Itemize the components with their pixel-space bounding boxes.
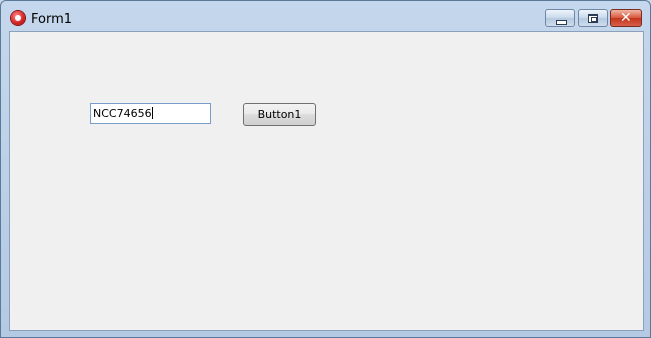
app-icon[interactable] [11, 11, 25, 25]
minimize-button[interactable] [545, 9, 575, 27]
form-client-area: NCC74656 Button1 [9, 31, 644, 331]
title-bar[interactable]: Form1 ✕ [1, 1, 650, 31]
text-input[interactable]: NCC74656 [90, 103, 211, 124]
minimize-icon [556, 20, 567, 25]
close-icon: ✕ [620, 10, 632, 26]
window-title: Form1 [31, 12, 73, 27]
close-button[interactable]: ✕ [610, 9, 642, 27]
text-input-value: NCC74656 [93, 107, 152, 120]
maximize-icon [588, 14, 598, 23]
form-window: Form1 ✕ NCC74656 Button1 [0, 0, 651, 338]
maximize-button[interactable] [578, 9, 608, 27]
button1[interactable]: Button1 [243, 103, 316, 126]
text-caret [151, 107, 153, 119]
